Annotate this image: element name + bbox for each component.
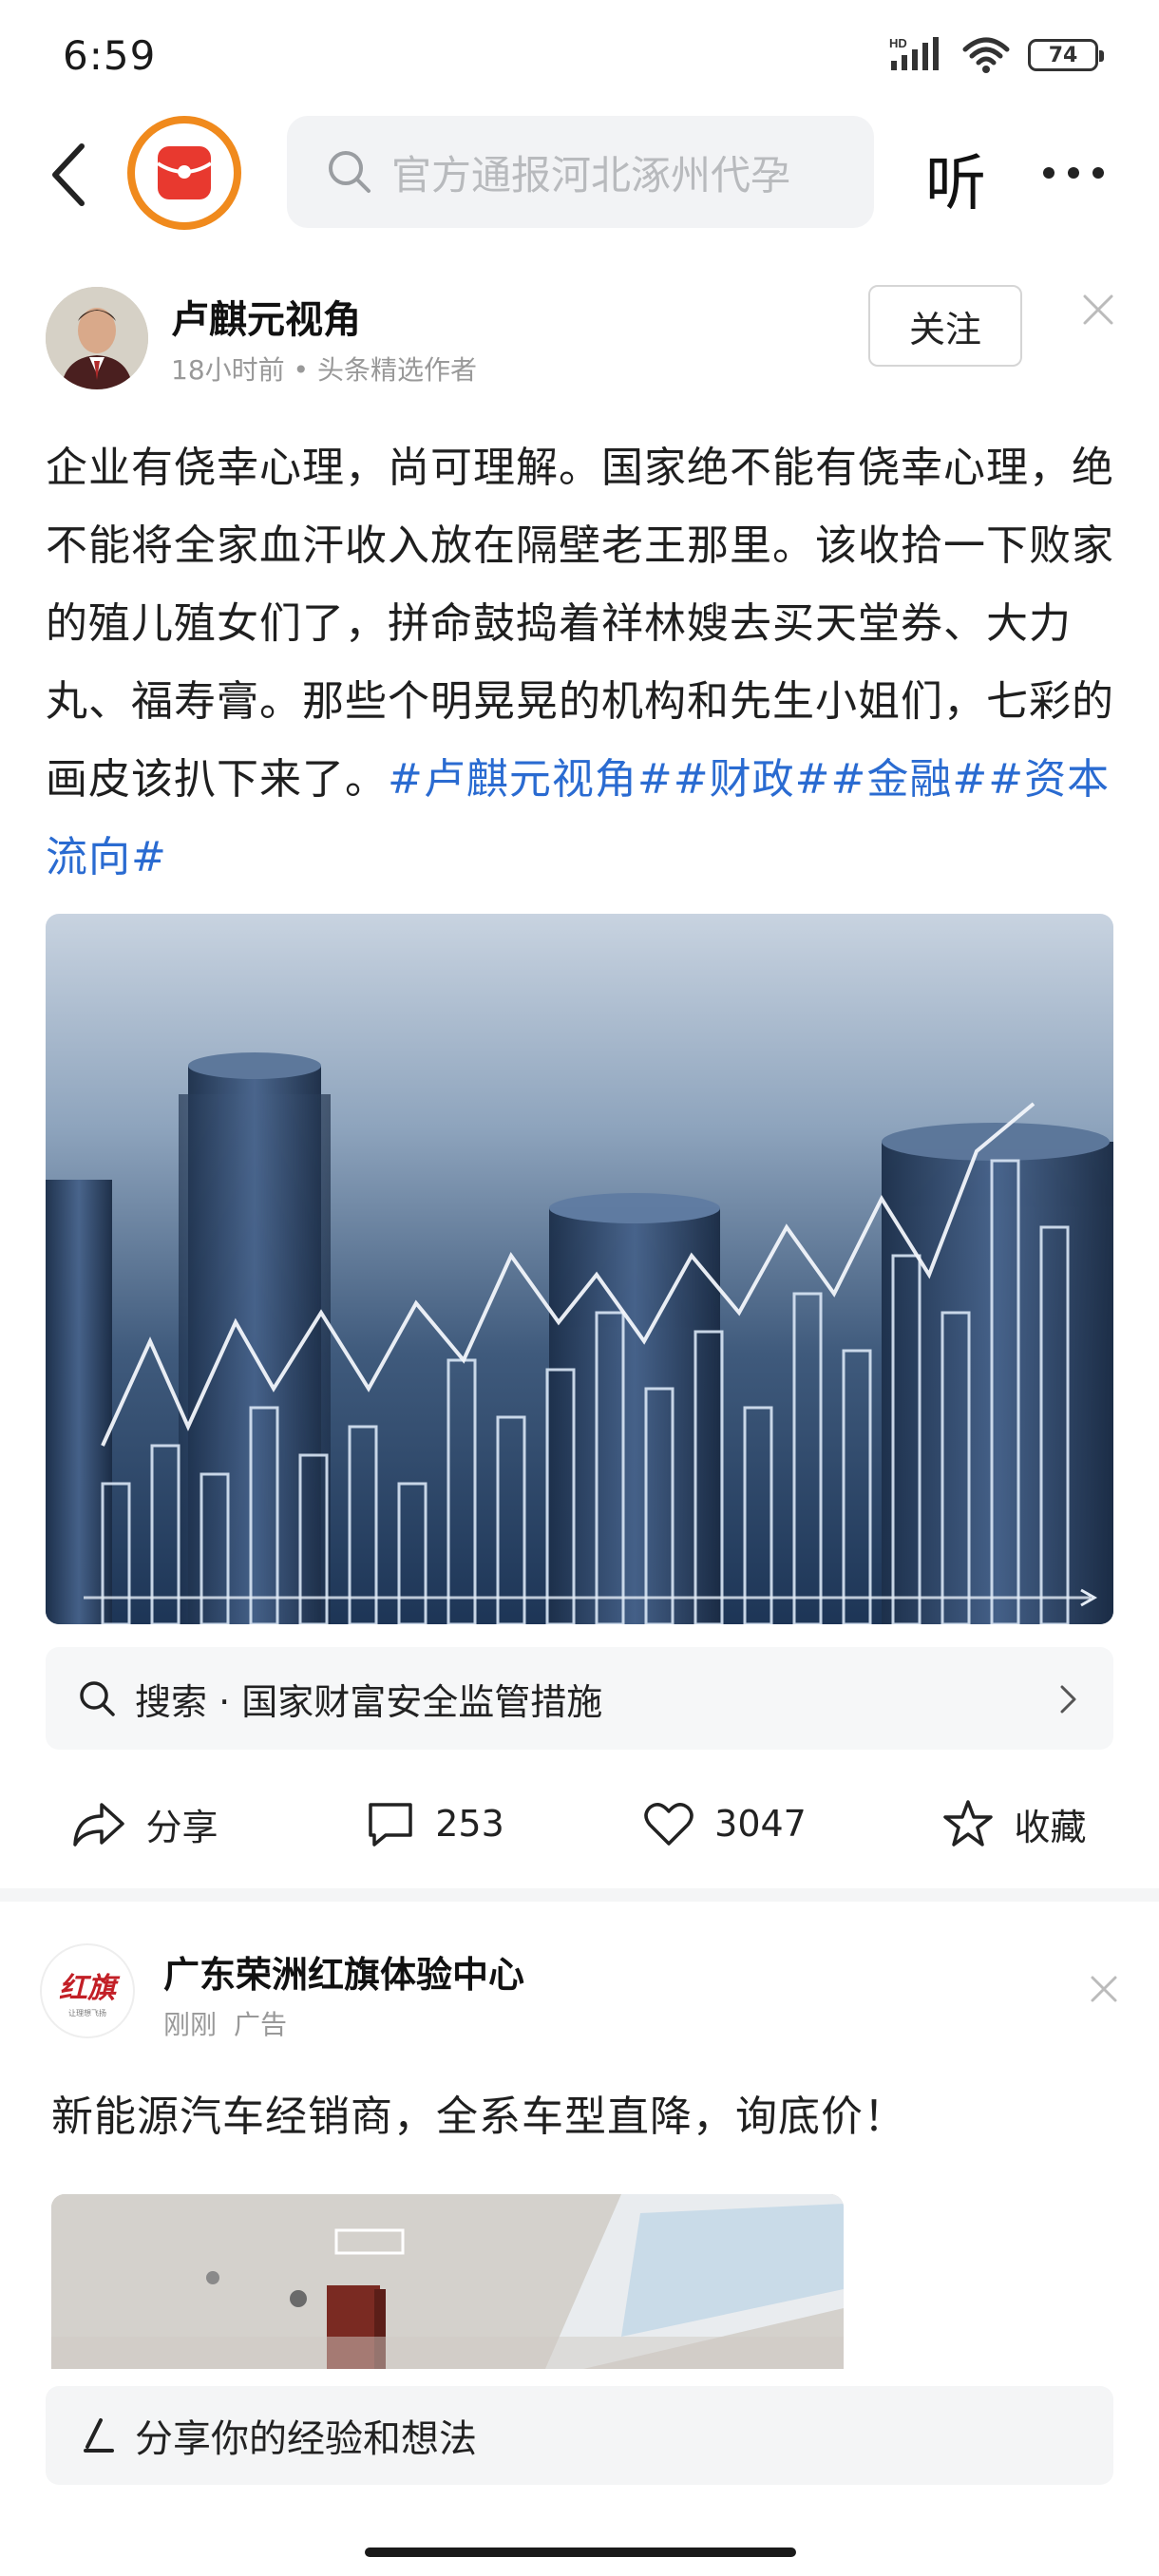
- app-logo[interactable]: [125, 114, 243, 232]
- status-bar: 6:59 HD 74: [0, 0, 1159, 114]
- hashtag-link[interactable]: #财政#: [674, 755, 831, 804]
- toutiao-logo-icon: [127, 116, 241, 230]
- share-button[interactable]: 分享: [0, 1776, 290, 1871]
- post-body: 企业有侥幸心理，尚可理解。国家绝不能有侥幸心理，绝不能将全家血汗收入放在隔壁老王…: [46, 429, 1121, 897]
- close-icon: [1091, 1976, 1117, 2002]
- comment-input[interactable]: 分享你的经验和想法: [46, 2386, 1113, 2485]
- signal-icon: HD: [889, 36, 939, 70]
- ad-meta: 刚刚 广告: [163, 2004, 287, 2042]
- top-nav: 官方通报河北涿州代孕 听: [0, 114, 1159, 237]
- chevron-right-icon: [1060, 1685, 1076, 1714]
- favorite-label: 收藏: [1014, 1806, 1087, 1848]
- meta-separator: •: [293, 354, 317, 386]
- close-icon: [1083, 294, 1113, 325]
- feed-divider: [0, 1888, 1159, 1902]
- hashtag-link[interactable]: #金融#: [830, 755, 988, 804]
- close-ad-button[interactable]: [1089, 1974, 1119, 2004]
- finance-illustration: [46, 1052, 1113, 1624]
- action-bar: 分享 253 3047 收藏: [0, 1776, 1159, 1871]
- hashtag-link[interactable]: #卢麒元视角#: [388, 755, 674, 804]
- author-name[interactable]: 卢麒元视角: [171, 289, 361, 344]
- like-count: 3047: [714, 1803, 807, 1845]
- hongqi-logo-text: 红旗: [59, 1971, 116, 2005]
- avatar-image: [46, 287, 148, 389]
- search-placeholder: 官方通报河北涿州代孕: [391, 151, 791, 199]
- author-meta: 18小时前 • 头条精选作者: [171, 350, 477, 388]
- wifi-icon: [962, 37, 1010, 73]
- post-image[interactable]: [46, 914, 1113, 1624]
- comment-count: 253: [435, 1803, 504, 1845]
- ad-advertiser-name[interactable]: 广东荣洲红旗体验中心: [163, 1945, 524, 1998]
- back-button[interactable]: [44, 137, 101, 213]
- post-time: 18小时前: [171, 354, 285, 386]
- svg-text:HD: HD: [889, 36, 907, 50]
- showroom-photo: [51, 2194, 844, 2369]
- search-icon: [329, 151, 370, 193]
- hongqi-logo-slogan: 让理想飞扬: [68, 2008, 106, 2017]
- comment-icon: [369, 1803, 412, 1847]
- star-icon: [943, 1800, 994, 1847]
- comment-placeholder: 分享你的经验和想法: [135, 2417, 477, 2461]
- home-indicator[interactable]: [365, 2548, 796, 2557]
- pen-icon: [84, 2418, 114, 2453]
- ad-text[interactable]: 新能源汽车经销商，全系车型直降，询底价！: [51, 2082, 906, 2143]
- back-arrow-icon: [52, 143, 85, 206]
- ad-time: 刚刚: [163, 2009, 218, 2040]
- heart-icon: [644, 1803, 694, 1846]
- favorite-button[interactable]: 收藏: [869, 1776, 1159, 1871]
- search-icon: [80, 1681, 115, 1716]
- search-input[interactable]: 官方通报河北涿州代孕: [287, 116, 874, 228]
- ad-avatar[interactable]: 红旗 让理想飞扬: [40, 1943, 135, 2038]
- share-icon: [73, 1803, 125, 1847]
- close-post-button[interactable]: [1081, 293, 1115, 327]
- post-text: 企业有侥幸心理，尚可理解。国家绝不能有侥幸心理，绝不能将全家血汗收入放在隔壁老王…: [46, 444, 1114, 804]
- status-icons: HD 74: [889, 34, 1104, 76]
- ad-image[interactable]: [51, 2194, 844, 2369]
- like-button[interactable]: 3047: [580, 1776, 869, 1871]
- listen-button[interactable]: 听: [925, 135, 986, 222]
- ad-tag: 广告: [234, 2009, 288, 2040]
- follow-button[interactable]: 关注: [868, 285, 1022, 367]
- more-options-icon[interactable]: [1043, 167, 1104, 179]
- status-time: 6:59: [63, 32, 157, 79]
- share-label: 分享: [145, 1806, 218, 1848]
- related-search-text: 搜索 · 国家财富安全监管措施: [135, 1680, 603, 1723]
- comment-button[interactable]: 253: [290, 1776, 580, 1871]
- battery-icon: 74: [1028, 39, 1104, 71]
- related-search-link[interactable]: 搜索 · 国家财富安全监管措施: [46, 1647, 1113, 1750]
- battery-level: 74: [1048, 43, 1078, 67]
- author-badge: 头条精选作者: [316, 354, 477, 386]
- author-avatar[interactable]: [46, 287, 148, 389]
